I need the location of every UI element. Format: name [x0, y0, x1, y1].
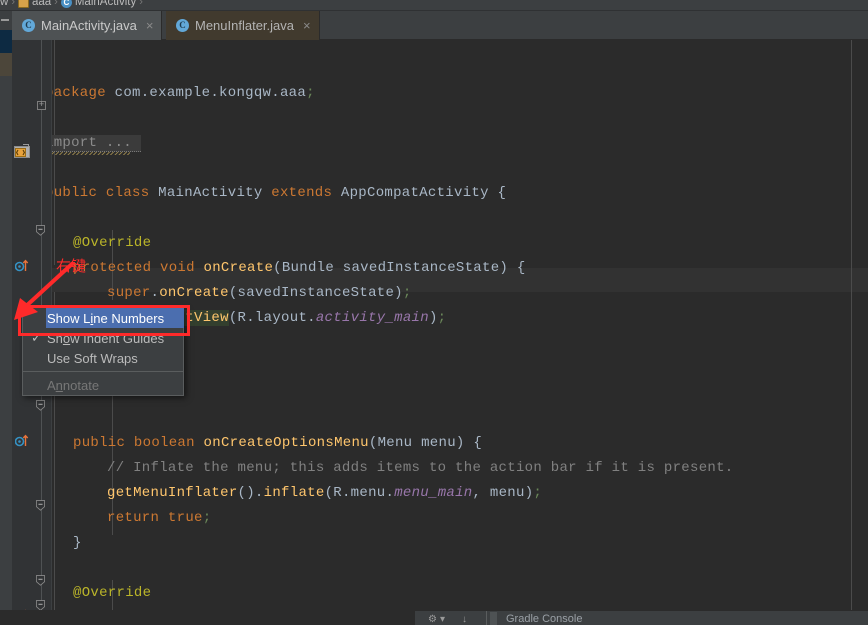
strip-marker-blue	[0, 30, 12, 53]
tab-label: MainActivity.java	[41, 18, 137, 33]
strip-marker-brown	[0, 53, 12, 76]
fold-collapse-icon[interactable]	[36, 225, 45, 236]
breadcrumb: w › aaa › C MainActivity ›	[0, 0, 868, 11]
folder-icon	[18, 0, 29, 8]
gear-icon[interactable]: ⚙	[428, 614, 437, 625]
breadcrumb-separator: ›	[54, 0, 58, 8]
code-line: public boolean onCreateOptionsMenu(Menu …	[73, 435, 482, 451]
java-class-icon: C	[176, 19, 189, 32]
status-bar-editor-fill	[0, 611, 415, 625]
code-line: }	[73, 535, 82, 551]
menu-item-label: Annotate	[47, 378, 99, 393]
breadcrumb-item-mainactivity[interactable]: MainActivity	[75, 0, 136, 8]
breadcrumb-separator: ›	[11, 0, 15, 8]
menu-separator	[23, 371, 183, 372]
breadcrumb-separator: ›	[139, 0, 143, 8]
breadcrumb-item-w[interactable]: w	[0, 0, 8, 8]
class-icon: C	[61, 0, 72, 8]
fold-expand-icon[interactable]: +	[37, 101, 46, 110]
collapse-handle-icon[interactable]	[1, 19, 9, 21]
fold-collapse-icon[interactable]	[36, 500, 45, 511]
status-divider	[486, 611, 487, 625]
code-line: protected void onCreate(Bundle savedInst…	[73, 260, 526, 276]
right-margin-guide	[851, 40, 852, 610]
fold-collapse-icon[interactable]	[36, 400, 45, 411]
code-line: @Override	[73, 585, 151, 601]
breadcrumb-item-aaa[interactable]: aaa	[32, 0, 51, 8]
download-icon[interactable]: ↓	[462, 614, 467, 625]
menu-item-use-soft-wraps[interactable]: Use Soft Wraps	[23, 348, 183, 368]
code-line: @Override	[73, 235, 151, 251]
status-bar: ⚙ ▾ ↓ Gradle Console	[0, 610, 868, 625]
status-tab-marker[interactable]	[490, 612, 497, 625]
annotation-highlight-box	[18, 305, 190, 336]
tab-mainactivity[interactable]: C MainActivity.java ×	[12, 11, 162, 40]
close-icon[interactable]: ×	[146, 19, 154, 32]
warning-squiggle	[52, 152, 130, 155]
code-line: super.onCreate(savedInstanceState);	[107, 285, 412, 301]
fold-collapse-icon[interactable]	[36, 575, 45, 586]
override-marker-icon[interactable]	[15, 434, 29, 447]
code-line: package com.example.kongqw.aaa;	[52, 85, 315, 101]
chevron-down-icon[interactable]: ▾	[440, 614, 445, 625]
menu-item-label: Use Soft Wraps	[47, 351, 138, 366]
code-line-folded-import[interactable]: import ...	[52, 135, 141, 151]
annotation-label: 右键	[56, 255, 86, 276]
code-line: // Inflate the menu; this adds items to …	[107, 460, 734, 476]
gradle-console-label[interactable]: Gradle Console	[506, 613, 582, 625]
java-class-icon: C	[22, 19, 35, 32]
code-line: getMenuInflater().inflate(R.menu.menu_ma…	[107, 485, 542, 501]
class-file-icon	[14, 144, 30, 158]
editor-tab-bar: C MainActivity.java × C MenuInflater.jav…	[12, 11, 868, 40]
tab-menuinflater[interactable]: C MenuInflater.java ×	[166, 11, 320, 40]
menu-item-annotate: Annotate	[23, 375, 183, 395]
code-line: return true;	[107, 510, 211, 526]
ide-window: w › aaa › C MainActivity › C MainActivit…	[0, 0, 868, 625]
close-icon[interactable]: ×	[303, 19, 311, 32]
tab-label: MenuInflater.java	[195, 18, 294, 33]
code-line: public class MainActivity extends AppCom…	[52, 185, 506, 201]
